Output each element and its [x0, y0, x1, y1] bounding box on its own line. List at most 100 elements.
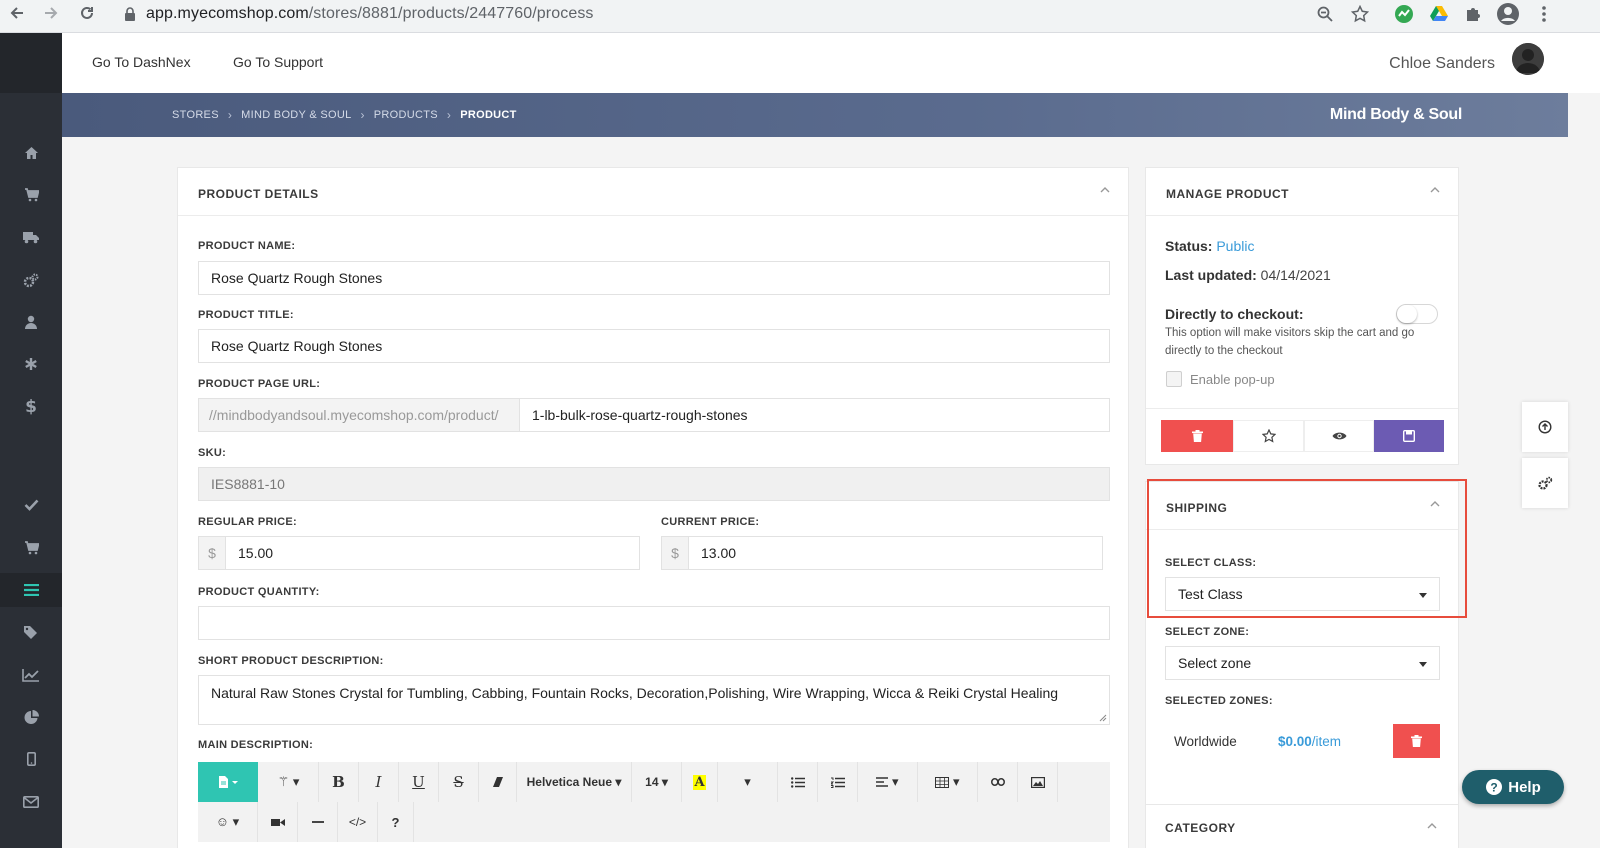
- table-dropdown-button[interactable]: ▾: [918, 762, 978, 802]
- emoji-dropdown-button[interactable]: ☺ ▾: [198, 802, 258, 842]
- currency-addon: $: [198, 536, 226, 570]
- shopping-cart-icon[interactable]: [0, 531, 62, 565]
- list-icon[interactable]: [0, 573, 62, 607]
- card-title: MANAGE PRODUCT: [1166, 187, 1289, 201]
- card-header: PRODUCT DETAILS: [178, 168, 1128, 216]
- zone-name: Worldwide: [1174, 734, 1237, 749]
- go-to-support-link[interactable]: Go To Support: [233, 54, 323, 70]
- breadcrumb-store[interactable]: MIND BODY & SOUL: [241, 109, 351, 121]
- chevron-right-icon: ›: [446, 108, 452, 122]
- help-chat-button[interactable]: ? Help: [1462, 770, 1564, 804]
- floating-side-buttons: [1522, 402, 1568, 508]
- link-icon[interactable]: [978, 762, 1018, 802]
- last-updated-label: Last updated:: [1165, 267, 1257, 283]
- breadcrumb-products[interactable]: PRODUCTS: [374, 109, 438, 121]
- enable-popup-checkbox[interactable]: [1166, 371, 1182, 387]
- zoom-icon[interactable]: [1313, 2, 1337, 26]
- remove-zone-button[interactable]: [1393, 724, 1440, 758]
- product-title-input[interactable]: Rose Quartz Rough Stones: [198, 329, 1110, 363]
- text-color-icon[interactable]: A: [682, 762, 718, 802]
- card-title: PRODUCT DETAILS: [198, 187, 319, 201]
- ordered-list-icon[interactable]: [818, 762, 858, 802]
- card-header: MANAGE PRODUCT: [1146, 168, 1458, 216]
- scroll-top-button[interactable]: [1522, 402, 1568, 452]
- drive-icon[interactable]: [1427, 2, 1451, 26]
- font-family-select[interactable]: Helvetica Neue ▾: [517, 762, 632, 802]
- italic-button[interactable]: I: [359, 762, 399, 802]
- chevron-up-icon[interactable]: [1100, 186, 1110, 193]
- address-bar[interactable]: app.myecomshop.com/stores/8881/products/…: [112, 1, 1392, 27]
- style-dropdown-button[interactable]: [198, 762, 258, 802]
- asterisk-icon[interactable]: [0, 347, 62, 381]
- delete-product-button[interactable]: [1161, 420, 1233, 452]
- mobile-icon[interactable]: [0, 742, 62, 776]
- current-price-label: CURRENT PRICE:: [661, 516, 760, 528]
- line-chart-icon[interactable]: [0, 658, 62, 692]
- check-icon[interactable]: [0, 488, 62, 522]
- short-description-textarea[interactable]: Natural Raw Stones Crystal for Tumbling,…: [198, 675, 1110, 725]
- align-dropdown-button[interactable]: ▾: [858, 762, 918, 802]
- reload-icon[interactable]: [74, 0, 100, 26]
- bold-button[interactable]: B: [319, 762, 359, 802]
- bookmark-star-icon[interactable]: [1348, 2, 1372, 26]
- breadcrumb-stores[interactable]: STORES: [172, 109, 219, 121]
- svg-text:?: ?: [1491, 781, 1498, 795]
- avatar[interactable]: [1512, 43, 1544, 75]
- home-icon[interactable]: [0, 136, 62, 170]
- eraser-icon[interactable]: [479, 762, 517, 802]
- direct-checkout-toggle[interactable]: [1396, 304, 1438, 324]
- truck-icon[interactable]: [0, 220, 62, 254]
- chevron-right-icon: ›: [360, 108, 365, 122]
- help-label: Help: [1508, 778, 1541, 796]
- user-name[interactable]: Chloe Sanders: [1389, 55, 1495, 73]
- cogs-icon[interactable]: [0, 263, 62, 297]
- trash-icon: [1411, 735, 1422, 747]
- video-icon[interactable]: [258, 802, 298, 842]
- strikethrough-button[interactable]: S: [439, 762, 479, 802]
- regular-price-input[interactable]: 15.00: [225, 536, 640, 570]
- font-size-value: 14: [645, 775, 659, 789]
- question-circle-icon: ?: [1486, 779, 1503, 795]
- main-description-label: MAIN DESCRIPTION:: [198, 739, 314, 751]
- resize-handle-icon[interactable]: [1099, 714, 1107, 722]
- back-icon[interactable]: [4, 0, 30, 26]
- current-price-input[interactable]: 13.00: [688, 536, 1103, 570]
- code-view-icon[interactable]: </>: [338, 802, 378, 842]
- profile-icon[interactable]: [1496, 2, 1520, 26]
- save-product-button[interactable]: [1374, 420, 1444, 452]
- image-icon[interactable]: [1018, 762, 1058, 802]
- chevron-up-icon[interactable]: [1427, 822, 1437, 829]
- direct-checkout-label: Directly to checkout:: [1165, 306, 1304, 322]
- settings-button[interactable]: [1522, 458, 1568, 508]
- help-button[interactable]: ?: [378, 802, 414, 842]
- status-value[interactable]: Public: [1216, 238, 1254, 254]
- extension-green-icon[interactable]: [1392, 2, 1416, 26]
- cart-icon[interactable]: [0, 178, 62, 212]
- dollar-icon[interactable]: $: [0, 390, 62, 424]
- star-outline-icon: [1261, 429, 1276, 443]
- color-dropdown-button[interactable]: ▾: [718, 762, 778, 802]
- product-url-slug-input[interactable]: 1-lb-bulk-rose-quartz-rough-stones: [519, 398, 1110, 432]
- go-to-dashnex-link[interactable]: Go To DashNex: [92, 54, 191, 70]
- tags-icon[interactable]: [0, 615, 62, 649]
- user-icon[interactable]: [0, 305, 62, 339]
- horizontal-rule-icon[interactable]: [298, 802, 338, 842]
- envelope-icon[interactable]: [0, 785, 62, 819]
- magic-wand-button[interactable]: ⚚ ▾: [259, 762, 319, 802]
- feature-product-button[interactable]: [1233, 420, 1304, 452]
- more-vert-icon[interactable]: [1532, 2, 1556, 26]
- trash-icon: [1191, 430, 1203, 442]
- lock-icon: [125, 7, 135, 21]
- product-name-input[interactable]: Rose Quartz Rough Stones: [198, 261, 1110, 295]
- underline-button[interactable]: U: [399, 762, 439, 802]
- forward-icon[interactable]: [38, 0, 64, 26]
- preview-product-button[interactable]: [1304, 420, 1374, 452]
- puzzle-icon[interactable]: [1461, 2, 1485, 26]
- pie-chart-icon[interactable]: [0, 700, 62, 734]
- font-size-select[interactable]: 14 ▾: [632, 762, 682, 802]
- unordered-list-icon[interactable]: [778, 762, 818, 802]
- zone-price-value: $0.00: [1278, 734, 1312, 749]
- chevron-up-icon[interactable]: [1430, 186, 1440, 193]
- shipping-zone-select[interactable]: Select zone: [1165, 646, 1440, 680]
- product-quantity-input[interactable]: [198, 606, 1110, 640]
